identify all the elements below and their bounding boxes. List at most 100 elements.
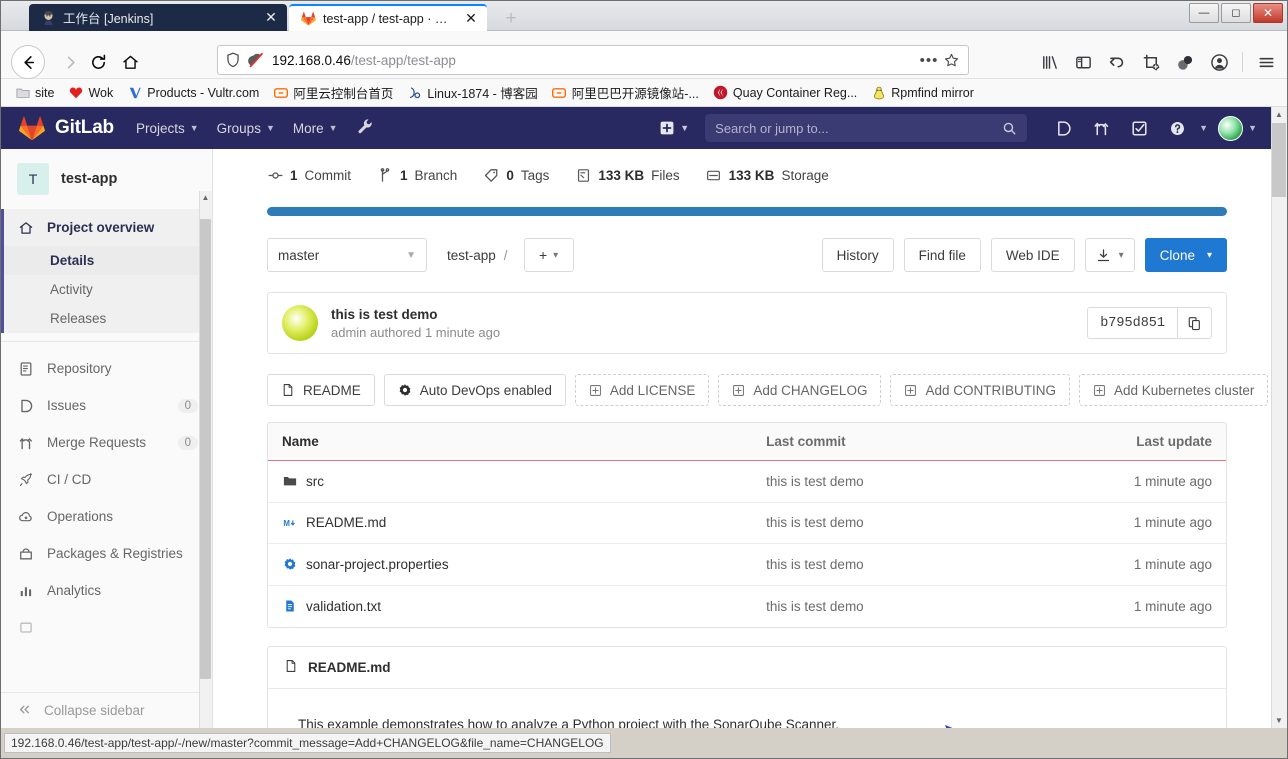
table-row[interactable]: src this is test demo 1 minute ago — [268, 461, 1226, 503]
download-button[interactable]: ▾ — [1084, 238, 1135, 272]
find-file-button[interactable]: Find file — [903, 238, 981, 272]
search-input[interactable]: Search or jump to... — [705, 114, 1028, 142]
nav-projects[interactable]: Projects ▼ — [136, 121, 199, 136]
commit-sha[interactable]: b795d851 — [1088, 308, 1177, 338]
bookmark-aliyun-console[interactable]: 阿里云控制台首页 — [267, 80, 399, 105]
sidebar-item-merge-requests[interactable]: Merge Requests 0 — [1, 424, 212, 461]
sidebar-item-activity[interactable]: Activity — [4, 275, 212, 304]
shield-icon[interactable] — [224, 51, 242, 69]
bookmark-cnblogs[interactable]: Linux-1874 - 博客园 — [401, 80, 543, 105]
star-icon[interactable] — [940, 50, 962, 70]
account-icon[interactable] — [1204, 47, 1234, 77]
new-tab-button[interactable]: + — [501, 9, 521, 29]
chevron-down-icon[interactable]: ▼ — [1199, 123, 1208, 133]
sidebar-project-header[interactable]: T test-app — [1, 149, 212, 209]
sidebar-item-partial[interactable] — [1, 609, 212, 646]
minimize-button[interactable]: — — [1189, 3, 1219, 23]
create-new-button[interactable]: ▼ — [655, 116, 693, 140]
hamburger-menu-icon[interactable] — [1251, 47, 1281, 77]
add-license-button[interactable]: Add LICENSE — [574, 374, 710, 406]
undo-icon[interactable] — [1102, 47, 1132, 77]
sidebar-item-operations[interactable]: Operations — [1, 498, 212, 535]
file-last-commit[interactable]: this is test demo — [766, 515, 1053, 530]
wrench-icon[interactable] — [356, 117, 375, 139]
copy-icon[interactable] — [1177, 308, 1211, 338]
history-button[interactable]: History — [821, 238, 894, 272]
file-last-commit[interactable]: this is test demo — [766, 557, 1053, 572]
tab-gitlab[interactable]: test-app / test-app · GitLab ✕ — [289, 4, 487, 31]
scroll-down-arrow-icon[interactable]: ▼ — [1272, 713, 1286, 728]
merge-requests-icon[interactable] — [1087, 114, 1115, 142]
page-scroll-thumb[interactable] — [1272, 123, 1286, 197]
sidebar-item-packages-registries[interactable]: Packages & Registries — [1, 535, 212, 572]
help-icon[interactable] — [1163, 114, 1191, 142]
file-name-cell[interactable]: sonar-project.properties — [268, 557, 766, 572]
home-icon[interactable] — [113, 45, 147, 79]
close-window-button[interactable]: ✕ — [1253, 3, 1283, 23]
stat-branches[interactable]: 1 Branch — [377, 167, 457, 183]
stat-files[interactable]: 133 KB Files — [575, 167, 680, 183]
add-contributing-button[interactable]: Add CONTRIBUTING — [890, 374, 1070, 406]
collapse-sidebar-button[interactable]: Collapse sidebar — [1, 692, 212, 728]
page-actions-icon[interactable]: ••• — [918, 52, 940, 69]
gitlab-logo-icon[interactable] — [19, 115, 45, 141]
file-name-cell[interactable]: M README.md — [268, 515, 766, 530]
sidebar-item-repository[interactable]: Repository — [1, 350, 212, 387]
addon-icon[interactable] — [1170, 47, 1200, 77]
sidebar-item-ci-cd[interactable]: CI / CD — [1, 461, 212, 498]
sidebar-scroll-thumb[interactable] — [200, 219, 211, 679]
file-name-cell[interactable]: validation.txt — [268, 599, 766, 614]
nav-more[interactable]: More ▼ — [293, 121, 338, 136]
bookmark-alibaba-mirror[interactable]: 阿里巴巴开源镜像站-... — [546, 80, 705, 105]
table-row[interactable]: validation.txt this is test demo 1 minut… — [268, 585, 1226, 627]
reload-icon[interactable] — [81, 45, 115, 79]
scroll-up-arrow-icon[interactable]: ▲ — [200, 191, 211, 204]
sidebar-item-details[interactable]: Details — [4, 246, 212, 275]
commit-message[interactable]: this is test demo — [331, 307, 500, 322]
address-bar[interactable]: 192.168.0.46/test-app/test-app ••• — [217, 45, 969, 75]
search-icon[interactable] — [1002, 121, 1017, 136]
add-to-repo-button[interactable]: + ▾ — [523, 238, 574, 272]
stat-tags[interactable]: 0 Tags — [483, 167, 549, 183]
file-last-commit[interactable]: this is test demo — [766, 474, 1053, 489]
back-icon[interactable] — [11, 45, 45, 79]
tab-jenkins[interactable]: 工作台 [Jenkins] ✕ — [29, 4, 287, 31]
todos-icon[interactable] — [1125, 114, 1153, 142]
clone-button[interactable]: Clone ▾ — [1144, 238, 1227, 272]
tracking-protection-icon[interactable] — [247, 51, 265, 69]
sidebar-scrollbar[interactable]: ▲ — [199, 191, 212, 728]
close-icon[interactable]: ✕ — [463, 10, 479, 27]
page-scrollbar[interactable]: ▲ ▼ — [1271, 107, 1287, 728]
sidebar-icon[interactable] — [1068, 47, 1098, 77]
file-last-commit[interactable]: this is test demo — [766, 599, 1053, 614]
avatar[interactable] — [1218, 115, 1244, 141]
branch-selector[interactable]: master ▼ — [267, 238, 427, 272]
nav-groups[interactable]: Groups ▼ — [217, 121, 275, 136]
stat-storage[interactable]: 133 KB Storage — [706, 167, 829, 183]
bookmark-rpmfind[interactable]: Rpmfind mirror — [865, 82, 980, 103]
bookmark-wok[interactable]: Wok — [62, 82, 119, 103]
table-row[interactable]: sonar-project.properties this is test de… — [268, 544, 1226, 586]
bookmark-vultr[interactable]: Products - Vultr.com — [121, 82, 265, 103]
sidebar-item-releases[interactable]: Releases — [4, 304, 212, 333]
file-name-cell[interactable]: src — [268, 474, 766, 489]
add-changelog-button[interactable]: Add CHANGELOG — [718, 374, 882, 406]
library-icon[interactable] — [1034, 47, 1064, 77]
issues-icon[interactable] — [1049, 114, 1077, 142]
sidebar-item-analytics[interactable]: Analytics — [1, 572, 212, 609]
maximize-button[interactable]: ◻ — [1221, 3, 1251, 23]
user-menu[interactable]: ▼ — [1218, 115, 1257, 141]
bookmark-site[interactable]: site — [9, 82, 60, 103]
close-icon[interactable]: ✕ — [263, 9, 279, 26]
add-kubernetes-cluster-button[interactable]: Add Kubernetes cluster — [1078, 374, 1269, 406]
auto-devops-button[interactable]: Auto DevOps enabled — [383, 374, 566, 406]
sidebar-item-project-overview[interactable]: Project overview — [4, 209, 212, 246]
scroll-up-arrow-icon[interactable]: ▲ — [1272, 107, 1286, 122]
table-row[interactable]: M README.md this is test demo 1 minute a… — [268, 502, 1226, 544]
bookmark-quay[interactable]: Quay Container Reg... — [707, 82, 863, 103]
stat-commits[interactable]: 1 Commit — [267, 167, 351, 183]
gitlab-brand[interactable]: GitLab — [55, 117, 114, 139]
breadcrumb-project[interactable]: test-app — [447, 248, 496, 263]
sidebar-item-issues[interactable]: Issues 0 — [1, 387, 212, 424]
screenshot-icon[interactable] — [1136, 47, 1166, 77]
